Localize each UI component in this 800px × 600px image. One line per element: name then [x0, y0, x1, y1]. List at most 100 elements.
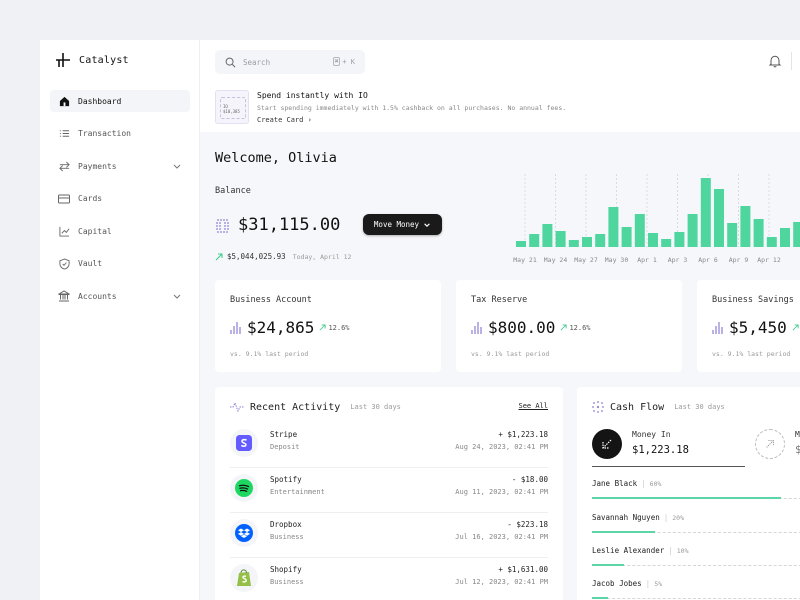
- progress-track: [592, 598, 800, 599]
- sidebar-item-cards[interactable]: Cards: [50, 188, 190, 210]
- balance-sub-value: $5,044,025.93: [227, 252, 286, 261]
- chart-bar[interactable]: [687, 214, 698, 247]
- sidebar-item-payments[interactable]: Payments: [50, 155, 190, 177]
- stat-card-business-savings[interactable]: Business Savings $5,450 vs. 9.1% last pe…: [697, 280, 800, 372]
- list-item[interactable]: Dropbox Business - $223.18 Jul 16, 2023,…: [230, 513, 548, 558]
- sidebar-item-capital[interactable]: Capital: [50, 220, 190, 242]
- sidebar-item-label: Dashboard: [78, 96, 122, 106]
- see-all-link[interactable]: See All: [518, 402, 548, 410]
- chart-bar[interactable]: [568, 240, 579, 247]
- search-input[interactable]: Search ⌘ + K: [215, 50, 365, 74]
- separator: |: [645, 579, 651, 588]
- bars-icon: [230, 321, 241, 334]
- chart-bar[interactable]: [700, 178, 711, 247]
- panel-header: Cash Flow Last 30 days: [592, 401, 725, 413]
- chart-bar[interactable]: [529, 234, 540, 247]
- stat-card-business-account[interactable]: Business Account $24,865 12.6% vs. 9.1% …: [215, 280, 441, 372]
- panel-title: Cash Flow: [610, 401, 665, 413]
- balance-label: Balance: [215, 186, 251, 196]
- arrow-up-right-icon: [561, 324, 567, 331]
- panel-title: Recent Activity: [250, 401, 341, 413]
- cashflow-person-row[interactable]: Jane Black | 60%: [592, 479, 800, 509]
- stat-footnote: vs. 9.1% last period: [230, 350, 309, 358]
- app-window: Catalyst Dashboard Transaction Payments: [40, 40, 800, 600]
- sidebar-item-accounts[interactable]: Accounts: [50, 285, 190, 307]
- chart-bar[interactable]: [793, 222, 800, 247]
- activity-name: Spotify: [270, 475, 302, 484]
- progress-fill: [592, 597, 608, 599]
- stat-value: $24,865: [247, 318, 315, 337]
- recent-activity-panel: Recent Activity Last 30 days See All Str…: [215, 387, 563, 600]
- stat-card-tax-reserve[interactable]: Tax Reserve $800.00 12.6% vs. 9.1% last …: [456, 280, 682, 372]
- chevron-down-icon[interactable]: [172, 291, 182, 301]
- money-in-tab[interactable]: Money In $1,223.18: [592, 429, 745, 467]
- stat-title: Business Savings: [712, 295, 794, 305]
- sidebar-item-label: Vault: [78, 259, 103, 268]
- activity-date: Aug 11, 2023, 02:41 PM: [455, 488, 548, 496]
- search-placeholder: Search: [243, 57, 271, 67]
- command-key-icon: ⌘: [332, 57, 341, 66]
- sidebar-item-dashboard[interactable]: Dashboard: [50, 90, 190, 112]
- activity-category: Business: [270, 578, 304, 586]
- activity-date: Jul 16, 2023, 02:41 PM: [455, 533, 548, 541]
- arrow-down-left-icon: [592, 429, 622, 459]
- chart-bar[interactable]: [740, 206, 751, 247]
- arrow-up-right-icon: [320, 324, 326, 331]
- sidebar-item-vault[interactable]: Vault: [50, 253, 190, 275]
- sparkle-grid-icon: [592, 401, 604, 413]
- stat-change: 12.6%: [560, 324, 591, 332]
- sidebar-item-transaction[interactable]: Transaction: [50, 123, 190, 145]
- chart-bar[interactable]: [555, 231, 566, 247]
- brand[interactable]: Catalyst: [55, 52, 129, 68]
- spotify-icon: [230, 474, 258, 502]
- activity-date: Jul 12, 2023, 02:41 PM: [455, 578, 548, 586]
- money-in-label: Money In: [632, 430, 671, 439]
- money-out-tab[interactable]: M $: [755, 429, 800, 467]
- chart-bar[interactable]: [753, 219, 764, 247]
- chart-bar[interactable]: [674, 232, 685, 247]
- cashflow-person-row[interactable]: Leslie Alexander | 10%: [592, 546, 800, 576]
- chart-bar[interactable]: [766, 237, 777, 247]
- separator: |: [668, 546, 673, 555]
- panel-header: Recent Activity Last 30 days: [230, 401, 401, 413]
- chevron-down-icon[interactable]: [172, 161, 182, 171]
- money-out-value: $: [795, 444, 800, 456]
- stat-row: $24,865 12.6%: [230, 318, 350, 337]
- chart-x-tick-label: May 27: [574, 256, 598, 264]
- chart-bar[interactable]: [648, 233, 658, 247]
- chart-bar[interactable]: [780, 228, 790, 247]
- cashflow-person-row[interactable]: Savannah Nguyen | 20%: [592, 513, 800, 543]
- chart-bar[interactable]: [727, 223, 738, 247]
- progress-fill: [592, 531, 655, 533]
- chart-bar[interactable]: [661, 239, 672, 247]
- person-pct: 5%: [654, 580, 663, 588]
- chart-bar[interactable]: [621, 227, 632, 247]
- chart-x-tick-label: May 24: [543, 256, 568, 264]
- chart-bar[interactable]: [542, 224, 553, 247]
- cash-flow-panel: Cash Flow Last 30 days Money In $1,223.1…: [577, 387, 800, 600]
- card-thumbnail-text: IO $10,385: [223, 104, 240, 114]
- create-card-link[interactable]: Create Card ›: [257, 116, 312, 124]
- shortcut-text: + K: [342, 57, 355, 66]
- list-item[interactable]: Stripe Deposit + $1,223.18 Aug 24, 2023,…: [230, 423, 548, 468]
- list-item[interactable]: Shopify Business + $1,631.00 Jul 12, 202…: [230, 558, 548, 600]
- chart-bar[interactable]: [595, 234, 606, 247]
- promo-subtitle: Start spending immediately with 1.5% cas…: [257, 104, 567, 112]
- chart-bar[interactable]: [714, 189, 724, 247]
- card-icon: [58, 193, 70, 205]
- chart-bar[interactable]: [582, 237, 592, 247]
- chart-x-tick-label: Apr 12: [757, 256, 781, 264]
- chart-bar[interactable]: [516, 241, 526, 247]
- bell-icon[interactable]: [768, 54, 782, 68]
- cashflow-person-row[interactable]: Jacob Jobes | 5%: [592, 579, 800, 600]
- arrows-icon: [58, 160, 70, 172]
- chart-bar[interactable]: [634, 214, 645, 247]
- dropbox-icon: [230, 519, 258, 547]
- list-item[interactable]: Spotify Entertainment - $18.00 Aug 11, 2…: [230, 468, 548, 513]
- search-icon: [225, 57, 236, 67]
- move-money-button[interactable]: Move Money: [363, 214, 442, 235]
- money-in-value: $1,223.18: [632, 444, 689, 456]
- sidebar: Catalyst Dashboard Transaction Payments: [40, 40, 200, 600]
- chart-bar[interactable]: [608, 207, 619, 247]
- person-name: Savannah Nguyen: [592, 513, 660, 522]
